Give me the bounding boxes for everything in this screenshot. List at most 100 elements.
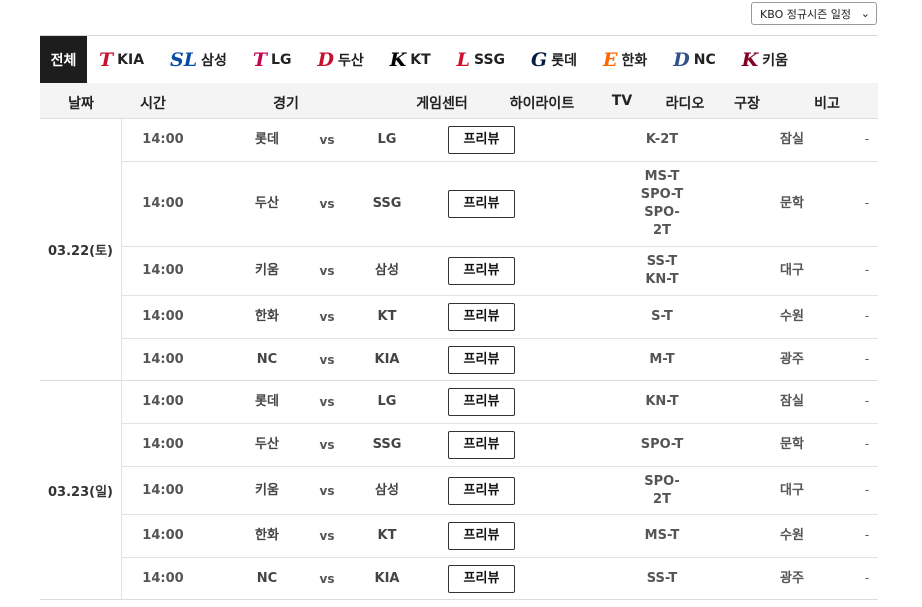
game-row: 14:00 키움 vs 삼성 프리뷰 SS-T KN-T 대구 -	[122, 247, 878, 296]
header-date: 날짜	[68, 96, 94, 112]
game-row: 14:00 두산 vs SSG 프리뷰 SPO-T 문학 -	[122, 424, 878, 467]
home-team: LG	[377, 394, 397, 409]
game-row: 14:00 한화 vs KT 프리뷰 MS-T 수원 -	[122, 515, 878, 558]
team-filter-item[interactable]: T LG	[253, 49, 292, 71]
tv-channel: MS-T	[644, 528, 680, 543]
away-team: 두산	[255, 437, 279, 452]
tv-channels: KN-T	[622, 381, 702, 423]
tv-channel: SPO-T	[640, 437, 684, 452]
versus-label: vs	[319, 483, 335, 498]
preview-button[interactable]: 프리뷰	[448, 476, 515, 505]
header-radio: 라디오	[665, 96, 705, 112]
versus-label: vs	[319, 529, 335, 543]
schedule-table-header: 날짜 시간 경기 게임센터 하이라이트 TV 라디오 구장 비고	[40, 83, 878, 119]
header-tv: TV	[611, 93, 633, 109]
tv-channel: M-T	[649, 352, 675, 367]
team-filter-item[interactable]: L SSG	[457, 49, 505, 71]
team-filter-item[interactable]: G 롯데	[531, 49, 577, 71]
remark: -	[864, 196, 870, 211]
home-team: KT	[377, 309, 397, 324]
tv-channels: SPO-T	[622, 424, 702, 466]
team-logo-icon: E	[603, 48, 618, 71]
team-filter-label: 키움	[762, 52, 789, 69]
home-team: 삼성	[375, 263, 399, 278]
preview-button[interactable]: 프리뷰	[448, 565, 515, 593]
tv-channel: SPO-T	[640, 187, 684, 202]
stadium: 광주	[780, 352, 804, 367]
team-filter-all[interactable]: 전체	[40, 36, 87, 83]
schedule-day-group: 03.23(일) 14:00 롯데 vs LG 프리뷰 KN-T 잠실 - 14:00 두산 vs SS…	[40, 381, 878, 600]
team-filter-item[interactable]: D 두산	[317, 49, 363, 71]
tv-channels: M-T	[622, 339, 702, 381]
tv-channels: MS-T SPO-T SPO- 2T	[622, 162, 702, 246]
home-team: KIA	[374, 352, 400, 367]
versus-label: vs	[319, 395, 335, 409]
schedule-day-group: 03.22(토) 14:00 롯데 vs LG 프리뷰 K-2T 잠실 - 14:00 두산 vs SS…	[40, 119, 878, 381]
game-time: 14:00	[142, 571, 184, 586]
team-logo-icon: SL	[170, 48, 198, 71]
away-team: NC	[256, 571, 278, 586]
versus-label: vs	[319, 264, 335, 278]
preview-button[interactable]: 프리뷰	[448, 303, 515, 331]
stadium: 수원	[780, 528, 804, 543]
team-filter-label: 한화	[621, 52, 648, 69]
remark: -	[864, 571, 870, 586]
team-filter-label: KIA	[117, 51, 145, 68]
team-filter-item[interactable]: D NC	[673, 49, 715, 71]
tv-channel: 2T	[653, 491, 671, 507]
tv-channel: SS-T	[646, 254, 678, 269]
header-gamecenter: 게임센터	[416, 96, 468, 112]
away-team: 롯데	[255, 394, 279, 409]
away-team: 롯데	[255, 132, 279, 147]
preview-button[interactable]: 프리뷰	[448, 522, 515, 550]
header-game: 경기	[273, 96, 299, 112]
away-team: 한화	[255, 528, 279, 543]
preview-button[interactable]: 프리뷰	[448, 126, 515, 154]
preview-button[interactable]: 프리뷰	[448, 257, 515, 285]
team-logo-icon: T	[252, 48, 268, 71]
game-row: 14:00 키움 vs 삼성 프리뷰 SPO- 2T 대구 -	[122, 467, 878, 515]
remark: -	[864, 528, 870, 543]
tv-channel: S-T	[651, 309, 673, 324]
tv-channel: SS-T	[646, 571, 678, 586]
team-filter-list: T KIA SL 삼성 T LG D 두산 K KT L SSG G 롯데 E 한화 D NC K 키움	[87, 49, 788, 71]
home-team: 삼성	[375, 482, 399, 498]
game-time: 14:00	[142, 196, 184, 211]
remark: -	[864, 309, 870, 324]
team-filter-label: KT	[410, 51, 431, 68]
game-row: 14:00 한화 vs KT 프리뷰 S-T 수원 -	[122, 296, 878, 339]
season-select[interactable]: KBO 정규시즌 일정 ⌄	[751, 2, 877, 25]
remark: -	[864, 482, 870, 498]
team-filter-label: SSG	[474, 51, 506, 68]
team-logo-icon: G	[531, 48, 548, 71]
preview-button[interactable]: 프리뷰	[448, 431, 515, 459]
team-filter-item[interactable]: E 한화	[603, 49, 647, 71]
team-logo-icon: T	[99, 48, 114, 71]
tv-channel: MS-T	[644, 169, 680, 184]
home-team: KIA	[374, 571, 400, 586]
home-team: LG	[377, 132, 397, 147]
preview-button[interactable]: 프리뷰	[448, 190, 515, 218]
tv-channels: MS-T	[622, 515, 702, 557]
stadium: 대구	[780, 263, 804, 278]
tv-channels: SS-T	[622, 558, 702, 600]
stadium: 광주	[780, 571, 804, 586]
team-filter-item[interactable]: K KT	[390, 49, 431, 71]
team-logo-icon: K	[389, 48, 407, 71]
preview-button[interactable]: 프리뷰	[448, 346, 515, 374]
stadium: 잠실	[780, 394, 804, 409]
tv-channel: 2T	[653, 223, 671, 238]
game-time: 14:00	[142, 437, 184, 452]
tv-channel: KN-T	[645, 272, 679, 287]
team-logo-icon: D	[317, 48, 334, 71]
tv-channels: SS-T KN-T	[622, 247, 702, 295]
team-filter-item[interactable]: K 키움	[742, 49, 788, 71]
tv-channels: K-2T	[622, 119, 702, 161]
team-filter-item[interactable]: T KIA	[99, 49, 144, 71]
versus-label: vs	[319, 438, 335, 452]
game-time: 14:00	[142, 132, 184, 147]
preview-button[interactable]: 프리뷰	[448, 388, 515, 416]
team-filter-label: LG	[271, 51, 292, 68]
team-filter-item[interactable]: SL 삼성	[170, 49, 227, 71]
season-select-value: KBO 정규시즌 일정	[760, 7, 851, 21]
